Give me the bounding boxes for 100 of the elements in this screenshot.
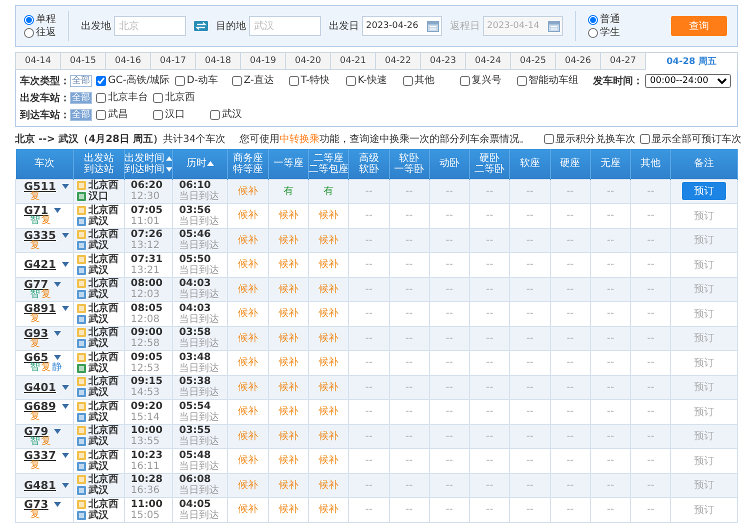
input-field[interactable]: 北京 bbox=[114, 16, 186, 36]
caret-icon[interactable] bbox=[62, 262, 69, 268]
date-tab[interactable]: 04-22 bbox=[375, 52, 420, 70]
date-tab[interactable]: 04-25 bbox=[510, 52, 555, 70]
checkbox[interactable] bbox=[402, 76, 413, 86]
swap-icon[interactable] bbox=[194, 21, 208, 31]
checkbox[interactable] bbox=[96, 76, 106, 86]
date-tab[interactable]: 04-18 bbox=[195, 52, 240, 70]
radio-label[interactable]: 学生 bbox=[600, 27, 620, 38]
checkbox[interactable] bbox=[640, 134, 650, 144]
checkbox-label[interactable]: T-特快 bbox=[300, 75, 330, 86]
caret-icon[interactable] bbox=[54, 282, 62, 287]
seat-cell: 候补 bbox=[228, 277, 268, 302]
checkbox-label[interactable]: 复兴号 bbox=[472, 75, 502, 86]
train-number[interactable]: G93 bbox=[24, 328, 48, 339]
caret-icon[interactable] bbox=[62, 384, 69, 390]
checkbox[interactable] bbox=[96, 92, 106, 102]
station-name: 北京西 bbox=[88, 450, 118, 461]
caret-icon[interactable] bbox=[62, 482, 69, 488]
train-tag: 复 bbox=[30, 314, 40, 324]
date-tab[interactable]: 04-20 bbox=[285, 52, 330, 70]
checkbox[interactable] bbox=[460, 76, 470, 86]
train-tag: 智 bbox=[30, 216, 40, 226]
train-number[interactable]: G511 bbox=[24, 180, 56, 192]
checkbox[interactable] bbox=[96, 110, 106, 120]
date-tab[interactable]: 04-15 bbox=[60, 52, 105, 70]
radio-button[interactable] bbox=[24, 14, 34, 24]
checkbox[interactable] bbox=[210, 110, 220, 120]
caret-icon[interactable] bbox=[62, 184, 69, 189]
date-field[interactable]: 2023-04-26 bbox=[362, 16, 442, 36]
sort-icon[interactable] bbox=[207, 161, 214, 166]
checkbox[interactable] bbox=[153, 92, 163, 102]
checkbox-label[interactable]: 汉口 bbox=[165, 109, 185, 120]
radio-label[interactable]: 单程 bbox=[36, 14, 56, 25]
seat-cell: 候补 bbox=[308, 424, 349, 448]
sort-icon[interactable] bbox=[166, 156, 172, 161]
caret-icon[interactable] bbox=[54, 355, 62, 360]
caret-icon[interactable] bbox=[54, 502, 62, 508]
train-number[interactable]: G71 bbox=[24, 205, 48, 216]
caret-icon[interactable] bbox=[54, 208, 62, 214]
checkbox-label[interactable]: 显示积分兑换车次 bbox=[556, 134, 636, 144]
caret-icon[interactable] bbox=[62, 306, 69, 312]
all-button[interactable]: 全部 bbox=[70, 74, 92, 86]
radio-button[interactable] bbox=[588, 28, 598, 38]
checkbox-label[interactable]: Z-直达 bbox=[244, 75, 274, 86]
train-number[interactable]: G335 bbox=[24, 230, 56, 241]
train-number[interactable]: G73 bbox=[24, 499, 48, 510]
train-number[interactable]: G77 bbox=[24, 278, 48, 290]
train-number[interactable]: G891 bbox=[24, 303, 56, 314]
date-tab[interactable]: 04-21 bbox=[330, 52, 375, 70]
time-select[interactable]: 00:00--24:00 bbox=[645, 74, 731, 88]
checkbox-label[interactable]: 北京西 bbox=[165, 92, 195, 103]
train-number[interactable]: G65 bbox=[24, 352, 48, 364]
date-tab[interactable]: 04-27 bbox=[600, 52, 645, 70]
checkbox[interactable] bbox=[232, 76, 242, 86]
train-number[interactable]: G79 bbox=[24, 426, 48, 437]
checkbox[interactable] bbox=[516, 76, 527, 86]
checkbox-label[interactable]: 显示全部可预订车次 bbox=[652, 134, 742, 144]
radio-button[interactable] bbox=[24, 28, 34, 38]
checkbox[interactable] bbox=[174, 76, 185, 86]
checkbox[interactable] bbox=[544, 134, 554, 144]
checkbox-label[interactable]: 智能动车组 bbox=[528, 75, 579, 86]
caret-icon[interactable] bbox=[54, 330, 62, 336]
date-tab[interactable]: 04-19 bbox=[240, 52, 285, 70]
checkbox-label[interactable]: 武汉 bbox=[222, 109, 242, 120]
radio-button[interactable] bbox=[588, 14, 598, 24]
train-number[interactable]: G337 bbox=[24, 450, 56, 462]
calendar-icon[interactable] bbox=[548, 20, 560, 32]
checkbox[interactable] bbox=[153, 110, 163, 120]
radio-label[interactable]: 普通 bbox=[600, 14, 620, 25]
caret-icon[interactable] bbox=[62, 232, 69, 238]
seat-cell: -- bbox=[429, 498, 470, 522]
seat-cell: 候补 bbox=[228, 228, 268, 252]
checkbox[interactable] bbox=[288, 76, 299, 86]
date-tab[interactable]: 04-26 bbox=[555, 52, 600, 70]
seat-cell: -- bbox=[550, 498, 590, 522]
sort-icon[interactable] bbox=[166, 166, 172, 172]
checkbox-label[interactable]: GC-高铁/城际 bbox=[108, 75, 170, 86]
checkbox-label[interactable]: D-动车 bbox=[186, 75, 218, 86]
caret-icon[interactable] bbox=[62, 453, 69, 458]
seat-cell: -- bbox=[510, 326, 550, 350]
checkbox-label[interactable]: 北京丰台 bbox=[108, 92, 148, 103]
input-field[interactable]: 武汉 bbox=[249, 16, 321, 36]
checkbox-label[interactable]: 其他 bbox=[414, 75, 435, 86]
date-tab[interactable]: 04-23 bbox=[420, 52, 465, 70]
date-tab[interactable]: 04-28 周五 bbox=[645, 52, 738, 70]
train-number[interactable]: G689 bbox=[24, 401, 56, 412]
caret-icon[interactable] bbox=[62, 404, 69, 410]
book-button[interactable]: 预订 bbox=[682, 182, 726, 200]
date-tab[interactable]: 04-14 bbox=[15, 52, 60, 70]
checkbox-label[interactable]: K-快速 bbox=[358, 75, 387, 86]
caret-icon[interactable] bbox=[54, 428, 62, 434]
date-tab[interactable]: 04-24 bbox=[465, 52, 510, 70]
date-tab[interactable]: 04-16 bbox=[105, 52, 150, 70]
checkbox[interactable] bbox=[346, 76, 356, 86]
checkbox-label[interactable]: 武昌 bbox=[108, 109, 128, 120]
calendar-icon[interactable] bbox=[427, 20, 439, 32]
radio-label[interactable]: 往返 bbox=[36, 27, 56, 38]
date-tab[interactable]: 04-17 bbox=[150, 52, 195, 70]
duration-text: 05:54 bbox=[179, 400, 211, 412]
